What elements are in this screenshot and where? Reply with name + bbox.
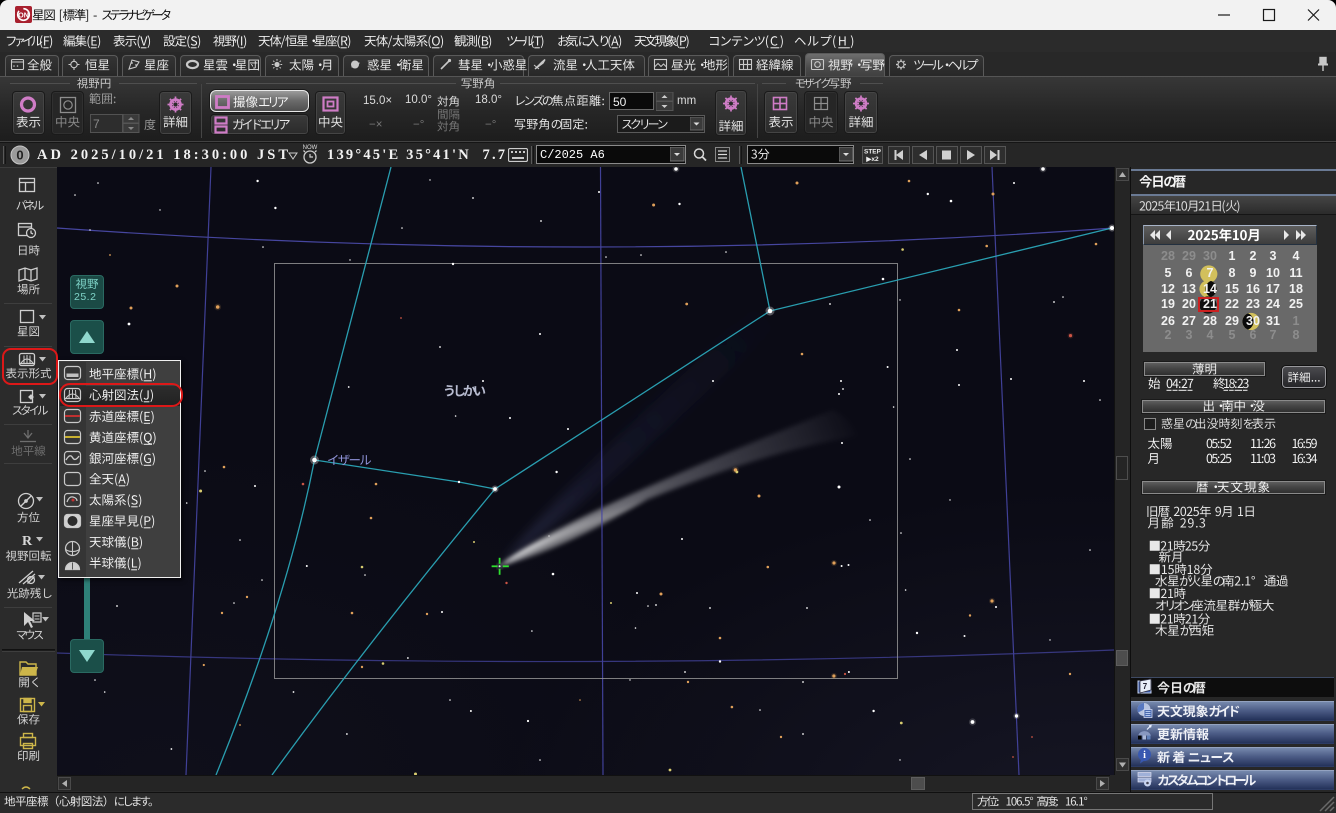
svg-text:ON: ON — [18, 13, 29, 20]
svg-text:NOW: NOW — [303, 145, 318, 151]
svg-text:R: R — [22, 534, 33, 549]
svg-text:▶x2: ▶x2 — [865, 156, 879, 163]
svg-text:STEP: STEP — [864, 149, 882, 156]
svg-text:i: i — [1143, 750, 1146, 761]
svg-text:0: 0 — [16, 148, 23, 163]
svg-text:7: 7 — [1143, 682, 1148, 691]
